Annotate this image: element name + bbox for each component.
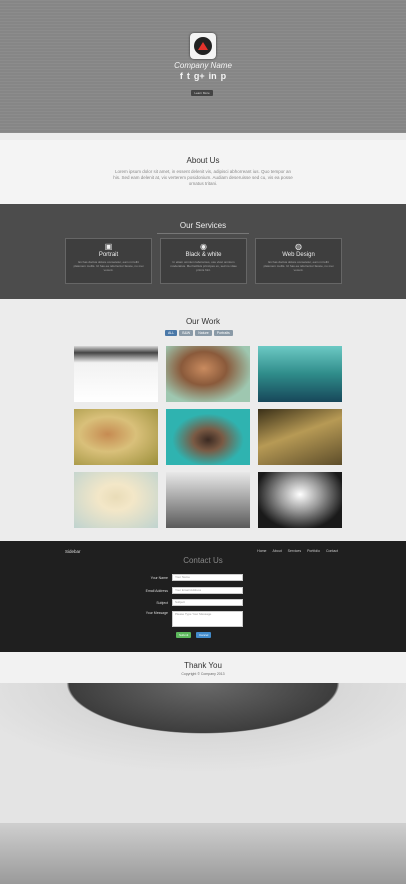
form-row-message: Your Message Please Type Your Message xyxy=(120,611,243,627)
gallery-image-blonde-woman[interactable] xyxy=(74,472,158,528)
footer-image-shoulder xyxy=(0,823,406,884)
service-desc: In etiam omnium laboramus, usu vivet omn… xyxy=(170,260,237,272)
email-label: Email Address xyxy=(145,588,168,593)
gallery xyxy=(74,346,342,528)
service-title: Portrait xyxy=(98,252,119,258)
gallery-image-bare-trees[interactable] xyxy=(166,472,250,528)
service-title: Black & white xyxy=(185,252,222,258)
nav-services[interactable]: Services xyxy=(288,549,301,553)
navbar-brand[interactable]: Sidebar xyxy=(65,549,81,554)
gallery-image-landscape-clouds[interactable] xyxy=(258,409,342,465)
twitter-icon[interactable]: t xyxy=(187,71,190,81)
camera-icon: ◉ xyxy=(200,242,207,251)
services-title: Our Services xyxy=(179,221,227,230)
filter-portraits[interactable]: Portraits xyxy=(213,330,233,336)
contact-section: Sidebar Home About Services Portfolio Co… xyxy=(0,541,406,652)
gallery-image-portrait-woman[interactable] xyxy=(166,346,250,402)
subject-field[interactable]: Subject xyxy=(172,599,243,606)
company-name: Company Name xyxy=(174,61,232,70)
service-card-web-design: ◍ Web Design Ex has doctus dolore conset… xyxy=(255,238,342,284)
learn-more-button[interactable]: Learn More xyxy=(191,90,213,96)
filter-all[interactable]: ALL xyxy=(165,330,178,336)
work-title: Our Work xyxy=(185,317,221,326)
gallery-image-girl-blossoms[interactable] xyxy=(74,409,158,465)
thanks-section: Thank You Copyright © Company 2013 xyxy=(0,652,406,683)
name-label: Your Name xyxy=(150,575,168,580)
nav-home[interactable]: Home xyxy=(257,549,266,553)
thanks-title: Thank You xyxy=(184,661,222,670)
nav-portfolio[interactable]: Portfolio xyxy=(307,549,320,553)
form-row-name: Your Name Your Name xyxy=(120,574,243,581)
page: Company Name f t g+ in p Learn More Abou… xyxy=(0,0,406,884)
form-row-email: Email Address Your Email Address xyxy=(120,587,243,594)
divider xyxy=(157,233,249,234)
work-section: Our Work ALL B&W Nature Portraits xyxy=(0,299,406,541)
email-field[interactable]: Your Email Address xyxy=(172,587,243,594)
logo xyxy=(190,33,216,59)
gallery-image-tree-sunlight[interactable] xyxy=(258,472,342,528)
footer-background-image xyxy=(0,683,406,884)
nav-about[interactable]: About xyxy=(273,549,282,553)
nav-contact[interactable]: Contact xyxy=(326,549,338,553)
filter-bw[interactable]: B&W xyxy=(179,330,194,336)
about-section: About Us Lorem ipsum dolor sit amet, in … xyxy=(0,140,406,204)
hero-section: Company Name f t g+ in p Learn More xyxy=(0,0,406,133)
service-card-portrait: ▣ Portrait Ex has doctus dolore consetet… xyxy=(65,238,152,284)
camera-icon: ▣ xyxy=(104,242,113,251)
linkedin-icon[interactable]: in xyxy=(209,71,217,81)
gallery-image-portrait-bw[interactable] xyxy=(74,346,158,402)
copyright: Copyright © Company 2013 xyxy=(181,672,225,676)
message-label: Your Message xyxy=(145,611,168,615)
gallery-image-lake-boat[interactable] xyxy=(258,346,342,402)
gallery-image-woman-teal[interactable] xyxy=(166,409,250,465)
contact-title: Contact Us xyxy=(183,556,223,565)
cancel-button[interactable]: Cancel xyxy=(196,632,212,638)
logo-icon xyxy=(194,37,212,55)
form-row-subject: Subject Subject xyxy=(120,599,243,606)
about-title: About Us xyxy=(186,156,220,165)
service-desc: Ex has doctus dolore consetetur, eam mi … xyxy=(263,260,334,272)
facebook-icon[interactable]: f xyxy=(180,71,183,81)
submit-button[interactable]: Submit xyxy=(176,632,192,638)
subject-label: Subject xyxy=(156,600,168,605)
social-links: f t g+ in p xyxy=(0,71,406,81)
services-section: Our Services ▣ Portrait Ex has doctus do… xyxy=(0,204,406,299)
pinterest-icon[interactable]: p xyxy=(221,71,227,81)
service-title: Web Design xyxy=(282,252,315,258)
globe-icon: ◍ xyxy=(295,242,302,251)
message-field[interactable]: Please Type Your Message xyxy=(172,611,243,627)
service-card-black-white: ◉ Black & white In etiam omnium laboramu… xyxy=(160,238,247,284)
filter-bar: ALL B&W Nature Portraits xyxy=(165,330,233,336)
about-text: Lorem ipsum dolor sit amet, in essent de… xyxy=(113,169,293,186)
google-plus-icon[interactable]: g+ xyxy=(194,71,205,81)
navbar-links: Home About Services Portfolio Contact xyxy=(257,549,338,553)
name-field[interactable]: Your Name xyxy=(172,574,243,581)
service-desc: Ex has doctus dolore consetetur, eam mi … xyxy=(73,260,144,272)
filter-nature[interactable]: Nature xyxy=(195,330,212,336)
